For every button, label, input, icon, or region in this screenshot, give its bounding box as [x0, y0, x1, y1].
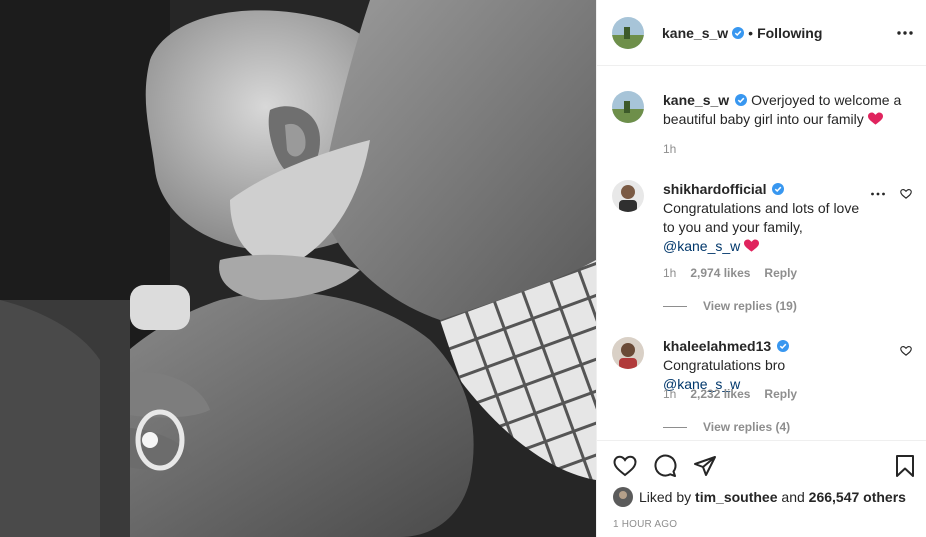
liker-username[interactable]: tim_southee: [695, 489, 777, 505]
comment-text: Congratulations and lots of love to you …: [663, 200, 860, 235]
caption-author-avatar[interactable]: [612, 91, 644, 123]
verified-badge-icon: [772, 183, 785, 195]
post-timestamp: 1 HOUR AGO: [613, 519, 678, 530]
comment-body: shikhardofficial Congratulations and lot…: [663, 180, 863, 256]
post-side-panel: kane_s_w • Following kane_s_w Overjoyed …: [596, 0, 926, 537]
comment-meta: 1h 2,232 likes Reply: [663, 387, 811, 401]
likes-summary: Liked by tim_southee and 266,547 others: [613, 487, 906, 507]
following-button[interactable]: Following: [757, 25, 822, 41]
comment-meta: 1h 2,974 likes Reply: [663, 266, 811, 280]
comment-likes[interactable]: 2,232 likes: [690, 387, 750, 401]
comment-text: Congratulations bro: [663, 357, 786, 373]
comment-time: 1h: [663, 266, 677, 280]
commenter-username[interactable]: khaleelahmed13: [663, 338, 771, 354]
heart-outline-icon[interactable]: [613, 454, 637, 478]
comment-like-icon[interactable]: [900, 345, 912, 357]
post-header: kane_s_w • Following: [597, 0, 926, 66]
likes-prefix: Liked by: [639, 489, 692, 505]
replies-divider: [663, 305, 687, 307]
more-options-icon[interactable]: [896, 24, 914, 42]
caption-username[interactable]: kane_s_w: [663, 92, 729, 108]
caption-body: kane_s_w Overjoyed to welcome a beautifu…: [663, 91, 908, 129]
comment-mention[interactable]: @kane_s_w: [663, 238, 740, 254]
photo-baby-and-hands: [0, 0, 596, 537]
view-replies-button[interactable]: View replies (19): [663, 299, 797, 313]
author-username[interactable]: kane_s_w: [662, 25, 728, 41]
commenter-avatar[interactable]: [612, 180, 644, 212]
red-heart-emoji-icon: [744, 239, 760, 252]
verified-badge-icon: [732, 26, 745, 39]
comment-like-icon[interactable]: [900, 188, 912, 200]
paper-plane-icon[interactable]: [693, 454, 717, 478]
comment-reply-button[interactable]: Reply: [764, 387, 797, 401]
caption-time: 1h: [663, 142, 677, 156]
likes-conjunction: and: [781, 489, 805, 505]
comment-bubble-icon[interactable]: [653, 454, 677, 478]
commenter-username[interactable]: shikhardofficial: [663, 181, 766, 197]
likes-others-count[interactable]: 266,547 others: [809, 489, 906, 505]
comment-reply-button[interactable]: Reply: [764, 266, 797, 280]
comment-likes[interactable]: 2,974 likes: [690, 266, 750, 280]
post-actions-section: Liked by tim_southee and 266,547 others …: [597, 440, 926, 537]
comment-body: khaleelahmed13 Congratulations bro @kane…: [663, 337, 863, 394]
post-photo[interactable]: [0, 0, 596, 537]
commenter-avatar[interactable]: [612, 337, 644, 369]
comment-time: 1h: [663, 387, 677, 401]
view-replies-button[interactable]: View replies (4): [663, 420, 790, 434]
view-replies-label: View replies (19): [703, 299, 797, 313]
comment-options-icon[interactable]: [870, 186, 886, 202]
caption-meta: 1h: [663, 142, 690, 156]
author-avatar[interactable]: [612, 16, 644, 49]
view-replies-label: View replies (4): [703, 420, 791, 434]
bookmark-icon[interactable]: [893, 454, 917, 478]
replies-divider: [663, 426, 687, 428]
follow-separator: •: [748, 24, 754, 41]
liker-avatar[interactable]: [613, 487, 633, 507]
verified-badge-icon: [735, 94, 748, 106]
verified-badge-icon: [777, 340, 790, 352]
red-heart-emoji-icon: [867, 112, 883, 125]
comments-list[interactable]: kane_s_w Overjoyed to welcome a beautifu…: [597, 67, 926, 440]
